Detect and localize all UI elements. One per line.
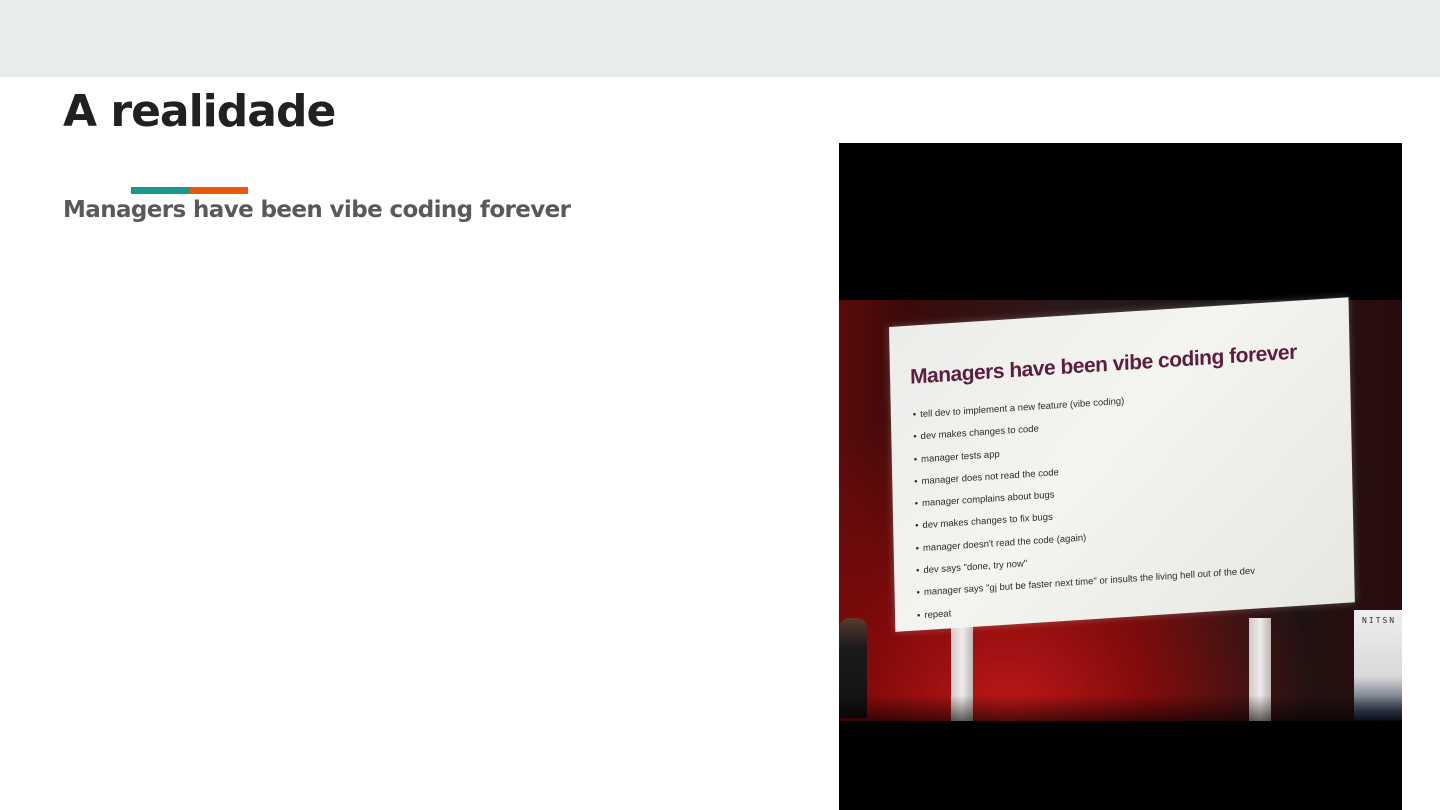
accent-bar-teal: [131, 187, 190, 194]
stage-scene: Managers have been vibe coding forever t…: [839, 297, 1402, 721]
screen-bullet-list: tell dev to implement a new feature (vib…: [913, 388, 1256, 633]
projection-screen: Managers have been vibe coding forever t…: [889, 297, 1355, 632]
slide-subtitle: Managers have been vibe coding forever: [63, 197, 571, 223]
screen-title: Managers have been vibe coding forever: [909, 340, 1297, 389]
conference-photo: Managers have been vibe coding forever t…: [839, 143, 1402, 810]
stage-floor: [839, 695, 1402, 721]
side-sign-text: NITSN: [1362, 616, 1397, 625]
header-band: [0, 0, 1440, 77]
slide-title: A realidade: [63, 86, 336, 137]
accent-bar-orange: [190, 187, 248, 194]
